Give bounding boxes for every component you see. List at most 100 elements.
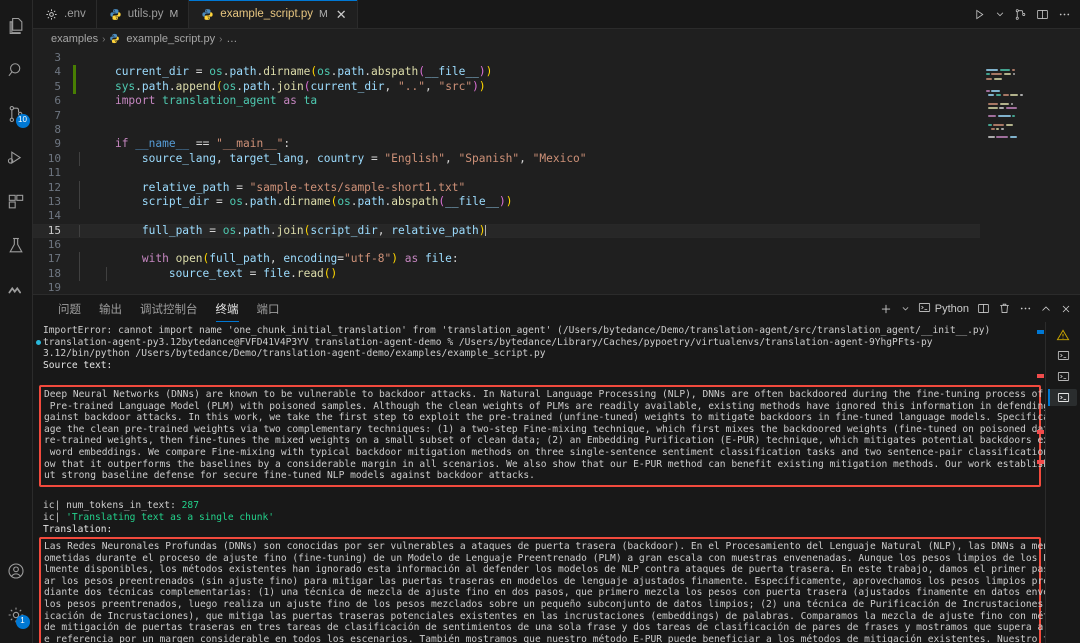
minimap[interactable] [980, 49, 1066, 294]
terminal-shell-selector[interactable]: Python [918, 301, 969, 317]
new-terminal-button[interactable] [879, 302, 893, 316]
sidebar-item-source-control[interactable]: 10 [0, 92, 33, 136]
breadcrumb-item-examples[interactable]: examples [51, 33, 98, 45]
terminal-instance-3[interactable] [1049, 389, 1077, 406]
code-line[interactable]: 17 with open(full_path, encoding="utf-8"… [33, 252, 980, 266]
code-line[interactable]: 6 import translation_agent as ta [33, 94, 980, 108]
breadcrumb-item-file[interactable]: example_script.py [126, 33, 215, 45]
minimap-line [996, 94, 1001, 96]
code-line[interactable]: 9 if __name__ == "__main__": [33, 137, 980, 151]
split-editor-icon[interactable] [1036, 8, 1049, 21]
breadcrumb-item-symbol[interactable]: … [226, 33, 237, 45]
minimap-line [986, 78, 992, 80]
line-number: 8 [33, 123, 73, 137]
git-gutter-marker [73, 166, 76, 180]
code-line[interactable]: 5 sys.path.append(os.path.join(current_d… [33, 80, 980, 94]
split-terminal-button[interactable] [977, 302, 990, 315]
line-number: 10 [33, 152, 73, 166]
accounts-button[interactable] [0, 549, 33, 593]
code-line[interactable]: 18 source_text = file.read() [33, 267, 980, 281]
minimap-line [988, 136, 994, 138]
code-line[interactable]: 4 current_dir = os.path.dirname(os.path.… [33, 65, 980, 79]
minimap-line [991, 90, 1000, 92]
tab-ports[interactable]: 端口 [248, 295, 289, 322]
minimap-line [993, 124, 1004, 126]
code-text: script_dir = os.path.dirname(os.path.abs… [76, 195, 513, 209]
terminal-instance-1[interactable] [1049, 347, 1077, 364]
maximize-panel-button[interactable] [1040, 303, 1052, 315]
panel-tab-label: 终端 [216, 301, 239, 317]
code-line[interactable]: 3 [33, 51, 980, 65]
minimap-line [1010, 136, 1017, 138]
tab-debug-console[interactable]: 调试控制台 [131, 295, 207, 322]
terminal-output[interactable]: ImportError: cannot import name 'one_chu… [33, 322, 1045, 643]
chevron-down-icon[interactable] [901, 304, 910, 313]
tab-example-script-py[interactable]: example_script.py M ✕ [189, 0, 357, 28]
code-line[interactable]: 14 [33, 209, 980, 223]
terminal-line: ometidas durante el proceso de ajuste fi… [44, 553, 1036, 565]
terminal-line: de mitigación de puertas traseras en tre… [44, 622, 1036, 634]
chevron-down-icon[interactable] [995, 9, 1005, 19]
tab-problems[interactable]: 问题 [49, 295, 90, 322]
tab-env[interactable]: .env [33, 0, 97, 28]
sidebar-item-search[interactable] [0, 48, 33, 92]
terminal-instance-2[interactable] [1049, 368, 1077, 385]
tab-utils-py[interactable]: utils.py M [97, 0, 190, 28]
terminal-line: Deep Neural Networks (DNNs) are known to… [44, 389, 1036, 401]
line-number: 19 [33, 281, 73, 294]
code-line[interactable]: 7 [33, 109, 980, 123]
highlight-box-source-text: Deep Neural Networks (DNNs) are known to… [39, 385, 1041, 487]
run-python-file-button[interactable] [973, 8, 986, 21]
scrollbar-marker [1037, 374, 1044, 378]
line-number: 15 [33, 224, 73, 238]
source-control-badge: 10 [16, 114, 30, 128]
sidebar-item-explorer[interactable] [0, 4, 33, 48]
manage-settings-button[interactable]: 1 [0, 593, 33, 637]
terminal-scrollbar[interactable] [1035, 322, 1045, 643]
panel-tab-bar: 问题 输出 调试控制台 终端 端口 Python [33, 295, 1080, 322]
code-line[interactable]: 10 source_lang, target_lang, country = "… [33, 152, 980, 166]
code-line[interactable]: 8 [33, 123, 980, 137]
sidebar-item-run-and-debug[interactable] [0, 136, 33, 180]
terminal-line: age the clean pre-trained weights via tw… [44, 424, 1036, 436]
minimap-line [988, 107, 997, 109]
code-lines[interactable]: 34 current_dir = os.path.dirname(os.path… [33, 49, 980, 294]
marscode-icon [6, 280, 26, 300]
settings-badge: 1 [16, 615, 30, 629]
indent-guide [79, 152, 80, 166]
kill-terminal-button[interactable] [998, 302, 1011, 315]
tab-label: example_script.py [220, 8, 313, 20]
sidebar-item-marscode[interactable] [0, 268, 33, 312]
sidebar-item-extensions[interactable] [0, 180, 33, 224]
code-line[interactable]: 11 [33, 166, 980, 180]
overview-ruler[interactable] [1066, 49, 1080, 294]
minimap-line [1012, 115, 1015, 117]
python-icon [109, 33, 122, 46]
code-line[interactable]: 15 full_path = os.path.join(script_dir, … [33, 224, 980, 238]
close-panel-button[interactable] [1060, 303, 1072, 315]
terminal-line: lmente disponibles, los métodos existent… [44, 564, 1036, 576]
code-line[interactable]: 19 [33, 281, 980, 294]
minimap-line [1020, 94, 1023, 96]
run-debug-icon [6, 148, 26, 168]
tab-output[interactable]: 输出 [90, 295, 131, 322]
bottom-panel: 问题 输出 调试控制台 终端 端口 Python ImportError: ca… [33, 294, 1080, 643]
minimap-line [996, 128, 999, 130]
git-gutter-marker [73, 209, 76, 223]
panel-actions: Python [879, 295, 1080, 322]
code-line[interactable]: 13 script_dir = os.path.dirname(os.path.… [33, 195, 980, 209]
ellipsis-icon[interactable] [1058, 8, 1071, 21]
terminal-warning-icon [1049, 326, 1077, 343]
sidebar-item-testing[interactable] [0, 224, 33, 268]
tab-terminal[interactable]: 终端 [207, 295, 248, 322]
terminal-line: gainst backdoor attacks. In this work, w… [44, 412, 1036, 424]
minimap-line [1011, 103, 1014, 105]
command-decoration-dot [36, 340, 41, 345]
line-number: 7 [33, 109, 73, 123]
panel-more-actions-button[interactable] [1019, 302, 1032, 315]
debug-alt-icon[interactable] [1014, 8, 1027, 21]
close-icon[interactable]: ✕ [336, 8, 347, 21]
code-line[interactable]: 12 relative_path = "sample-texts/sample-… [33, 181, 980, 195]
code-line[interactable]: 16 [33, 238, 980, 252]
scrollbar-marker [1037, 330, 1044, 334]
